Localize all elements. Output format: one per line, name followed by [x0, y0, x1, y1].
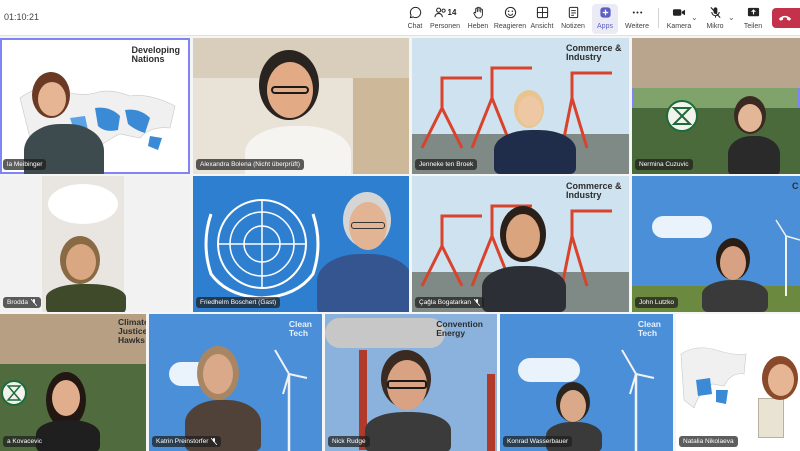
mic-button[interactable]: Mikro — [704, 4, 726, 34]
video-grid: Developing Nations la Meibinger Alexandr… — [0, 37, 800, 451]
mic-muted-icon — [30, 299, 37, 306]
building-background — [632, 38, 800, 88]
participant-name: Nick Rudge — [328, 436, 370, 447]
background-label: Developing Nations — [131, 45, 180, 65]
apps-button[interactable]: Apps — [592, 4, 618, 34]
participant-name: Natalia Nikolaeva — [679, 436, 738, 447]
background-label: C — [792, 181, 799, 191]
participant-tile[interactable]: Natalia Nikolaeva — [676, 314, 800, 451]
meeting-timer: 01:10:21 — [4, 12, 40, 22]
notes-label: Notizen — [561, 23, 585, 30]
more-label: Weitere — [625, 23, 649, 30]
react-label: Reagieren — [493, 23, 527, 30]
react-button[interactable]: Reagieren — [494, 4, 526, 34]
cloud-background — [652, 216, 712, 238]
background-label: Commerce & Industry — [566, 181, 622, 201]
participant-tile[interactable]: Convention Energy Nick Rudge — [325, 314, 497, 451]
people-icon: 14 — [433, 4, 457, 20]
toolbar-divider — [658, 8, 659, 28]
wind-turbine-background — [621, 349, 655, 451]
participant-tile[interactable]: Commerce & Industry Çağla Bogatarkan — [412, 176, 629, 312]
participant-tile[interactable]: Brodda — [0, 176, 190, 312]
chimney-background — [487, 374, 495, 451]
participant-name: Friedhelm Boschert (Gast) — [196, 297, 281, 308]
participant-tile[interactable]: Clean Tech Konrad Wasserbauer — [500, 314, 673, 451]
background-label: Clean Tech — [288, 319, 312, 338]
extinction-rebellion-logo — [1, 380, 27, 406]
more-icon — [631, 4, 644, 20]
more-button[interactable]: Weitere — [624, 4, 650, 34]
mic-muted-icon — [709, 4, 722, 20]
book-image — [758, 398, 784, 438]
emoji-icon — [504, 4, 517, 20]
people-count: 14 — [447, 7, 457, 17]
lamp-background — [48, 184, 118, 224]
participant-name: Konrad Wasserbauer — [503, 436, 573, 447]
participant-tile[interactable]: Climate Justice Hawks a Kovacevic — [0, 314, 146, 451]
raise-hand-button[interactable]: Heben — [466, 4, 490, 34]
mic-muted-icon — [211, 438, 218, 445]
participant-tile[interactable]: Developing Nations la Meibinger — [0, 38, 190, 174]
un-emblem — [204, 199, 320, 300]
participant-tile[interactable]: Clean Tech Katrin Preinstorfer — [149, 314, 322, 451]
hand-icon — [472, 4, 485, 20]
smoke-background — [325, 318, 445, 348]
meeting-toolbar: 01:10:21 Chat 14 Personen Heben Reagiere… — [0, 0, 800, 36]
mic-chevron-down-icon[interactable]: ⌄ — [728, 13, 735, 22]
chat-label: Chat — [407, 23, 423, 30]
participant-name: John Lutzko — [635, 297, 679, 308]
participant-name: Alexandra Bolena (Nicht überprüft) — [196, 159, 305, 170]
camera-button[interactable]: Kamera — [666, 4, 692, 34]
view-label: Ansicht — [530, 23, 554, 30]
apps-label: Apps — [597, 23, 613, 30]
notes-button[interactable]: Notizen — [560, 4, 586, 34]
participant-name: la Meibinger — [3, 159, 47, 170]
cloud-background — [518, 358, 580, 382]
share-label: Teilen — [743, 23, 763, 30]
extinction-rebellion-logo — [666, 100, 698, 132]
background-label: Clean Tech — [637, 319, 661, 338]
participant-tile[interactable]: Nermina Cuzuvic — [632, 38, 800, 174]
chat-button[interactable]: Chat — [404, 4, 426, 34]
wind-turbine-background — [775, 219, 800, 296]
apps-icon — [599, 4, 612, 20]
video-camera-icon — [672, 4, 686, 20]
participant-tile[interactable]: Friedhelm Boschert (Gast) — [193, 176, 409, 312]
grid-view-icon — [536, 4, 549, 20]
share-button[interactable]: Teilen — [740, 4, 766, 34]
participant-name: Çağla Bogatarkan — [415, 297, 485, 308]
participant-tile[interactable]: Commerce & Industry Jenneke ten Broek — [412, 38, 629, 174]
camera-label: Kamera — [666, 23, 692, 30]
participant-tile[interactable]: Alexandra Bolena (Nicht überprüft) — [193, 38, 409, 174]
chat-icon — [409, 4, 422, 20]
background-label: Commerce & Industry — [566, 43, 622, 63]
participant-name: a Kovacevic — [3, 436, 47, 447]
participant-name: Jenneke ten Broek — [415, 159, 478, 170]
raise-hand-label: Heben — [467, 23, 489, 30]
people-button[interactable]: 14 Personen — [430, 4, 460, 34]
notes-icon — [567, 4, 580, 20]
view-button[interactable]: Ansicht — [530, 4, 554, 34]
background-label: Convention Energy — [436, 319, 483, 338]
participant-name: Brodda — [3, 297, 41, 308]
leave-call-button[interactable] — [772, 8, 800, 28]
mic-label: Mikro — [706, 23, 724, 30]
background-label: Climate Justice Hawks — [118, 317, 146, 345]
participant-name: Katrin Preinstorfer — [152, 436, 222, 447]
room-background — [353, 78, 409, 174]
share-screen-icon — [747, 4, 760, 20]
participant-name: Nermina Cuzuvic — [635, 159, 693, 170]
people-label: Personen — [430, 23, 460, 30]
phone-hangup-icon — [778, 15, 792, 21]
mic-muted-icon — [474, 299, 481, 306]
participant-tile[interactable]: C John Lutzko — [632, 176, 800, 312]
camera-chevron-down-icon[interactable]: ⌄ — [691, 13, 698, 22]
wind-turbine-background — [274, 349, 308, 451]
